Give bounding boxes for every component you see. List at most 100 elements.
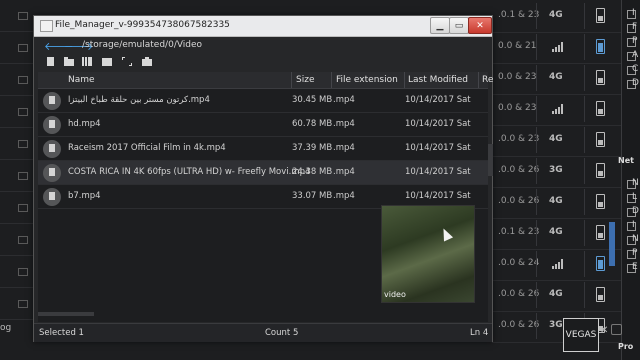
file-extension: .mp4 — [333, 167, 355, 177]
background-row: .0.0 & 24 — [492, 249, 640, 281]
divider — [584, 65, 585, 91]
file-name: كرتون مستر بين حلقة طباخ البيتزا.mp4 — [68, 95, 210, 105]
net-header: Net — [618, 156, 634, 165]
current-path[interactable]: /storage/emulated/0/Video — [82, 40, 202, 50]
divider — [584, 127, 585, 153]
file-list: Name Size File extension Last Modified R… — [38, 72, 493, 322]
divider — [536, 313, 537, 339]
status-count: Count 5 — [265, 328, 299, 338]
pro-header: Pro — [618, 342, 634, 351]
network-type: 4G — [549, 134, 563, 144]
android-version: 0.0 & 21 — [498, 41, 537, 51]
fullscreen-icon[interactable] — [122, 57, 132, 66]
column-modified[interactable]: Last Modified — [408, 75, 468, 85]
side-label: I — [632, 220, 635, 230]
background-left-table: og — [0, 0, 34, 360]
table-header: Name Size File extension Last Modified R… — [38, 72, 493, 89]
new-folder-icon[interactable] — [64, 57, 74, 66]
minimize-button[interactable]: ▁ — [430, 17, 450, 34]
file-date: 10/14/2017 Sat — [405, 119, 471, 129]
status-bar: Selected 1 Count 5 Ln 4 — [34, 323, 492, 342]
file-date: 10/14/2017 Sat — [405, 191, 471, 201]
file-row[interactable]: COSTA RICA IN 4K 60fps (ULTRA HD) w- Fre… — [38, 161, 488, 185]
video-file-icon — [43, 188, 61, 206]
background-label: og — [0, 323, 12, 333]
checkbox-icon[interactable] — [18, 140, 28, 148]
file-name: hd.mp4 — [68, 119, 101, 129]
side-label: L — [632, 192, 638, 202]
android-version: .0.0 & 26 — [498, 165, 540, 175]
signal-icon — [552, 104, 563, 114]
checkbox-icon[interactable] — [18, 172, 28, 180]
side-label: I — [632, 8, 635, 18]
checkbox-icon[interactable] — [18, 12, 28, 20]
network-type: 4G — [549, 227, 563, 237]
list-view-icon[interactable] — [82, 57, 92, 66]
android-version: .0.1 & 23 — [498, 227, 540, 237]
file-name: Raceism 2017 Official Film in 4k.mp4 — [68, 143, 226, 153]
checkbox-icon[interactable] — [18, 268, 28, 276]
vertical-scrollbar[interactable] — [488, 144, 493, 176]
file-size: 33.07 MB — [292, 191, 333, 201]
android-version: .0.0 & 23 — [498, 134, 540, 144]
file-extension: .mp4 — [333, 191, 355, 201]
horizontal-scrollbar[interactable] — [38, 312, 94, 316]
checkbox-icon[interactable] — [18, 204, 28, 212]
maximize-button[interactable]: ▭ — [449, 17, 469, 34]
checkbox-icon[interactable] — [18, 44, 28, 52]
camera-icon[interactable] — [142, 57, 152, 66]
image-view-icon[interactable] — [102, 57, 112, 66]
column-extension[interactable]: File extension — [336, 75, 398, 85]
new-file-icon[interactable] — [46, 57, 56, 66]
side-label: D — [632, 206, 639, 216]
android-version: .0.0 & 26 — [498, 196, 540, 206]
video-thumbnail[interactable]: video — [381, 205, 475, 303]
divider — [584, 282, 585, 308]
battery-icon — [596, 287, 605, 302]
column-name[interactable]: Name — [68, 75, 95, 85]
side-label: E — [632, 262, 638, 272]
file-size: 60.78 MB — [292, 119, 333, 129]
title-bar[interactable]: File_Manager_v-9993547380675823​35 ▁ ▭ ✕ — [34, 16, 492, 37]
divider — [536, 3, 537, 29]
file-date: 10/14/2017 Sat — [405, 167, 471, 177]
app-icon — [40, 20, 53, 32]
divider — [584, 189, 585, 215]
battery-icon — [596, 225, 605, 240]
column-extra[interactable]: Re — [482, 75, 493, 85]
background-side-panel: IFPACDNLDINPE — [621, 0, 640, 360]
file-row[interactable]: Raceism 2017 Official Film in 4k.mp4 37.3… — [38, 137, 488, 161]
checkbox-icon[interactable] — [18, 108, 28, 116]
checkbox-icon[interactable] — [18, 300, 28, 308]
side-label: N — [632, 234, 639, 244]
file-name: COSTA RICA IN 4K 60fps (ULTRA HD) w- Fre… — [68, 167, 311, 177]
file-extension: .mp4 — [333, 95, 355, 105]
window-title: File_Manager_v-9993547380675823​35 — [55, 20, 230, 30]
network-type: 3G — [549, 165, 563, 175]
thumbnail-label: video — [384, 290, 406, 299]
checkbox-icon[interactable] — [18, 76, 28, 84]
close-icon[interactable]: ✕ — [600, 325, 608, 336]
file-row[interactable]: كرتون مستر بين حلقة طباخ البيتزا.mp4 30.4… — [38, 89, 488, 113]
background-row: 0.0 & 21 — [492, 32, 640, 64]
close-button[interactable]: ✕ — [468, 17, 492, 34]
android-version: .0.0 & 24 — [498, 258, 540, 268]
file-row[interactable]: hd.mp4 60.78 MB .mp4 10/14/2017 Sat — [38, 113, 488, 137]
android-version: .0.0 & 26 — [498, 320, 540, 330]
android-version: 0.0 & 23 — [498, 72, 537, 82]
file-extension: .mp4 — [333, 119, 355, 129]
battery-icon — [596, 132, 605, 147]
divider — [536, 189, 537, 215]
column-divider — [478, 72, 479, 88]
pin-icon[interactable] — [611, 324, 622, 335]
column-divider — [404, 72, 405, 88]
divider — [584, 3, 585, 29]
divider — [536, 158, 537, 184]
battery-icon — [596, 163, 605, 178]
background-row: .0.1 & 23 4G — [492, 1, 640, 33]
column-size[interactable]: Size — [296, 75, 314, 85]
background-scrollbar[interactable] — [609, 222, 615, 266]
network-type: 4G — [549, 72, 563, 82]
side-label: C — [632, 64, 639, 74]
checkbox-icon[interactable] — [18, 236, 28, 244]
